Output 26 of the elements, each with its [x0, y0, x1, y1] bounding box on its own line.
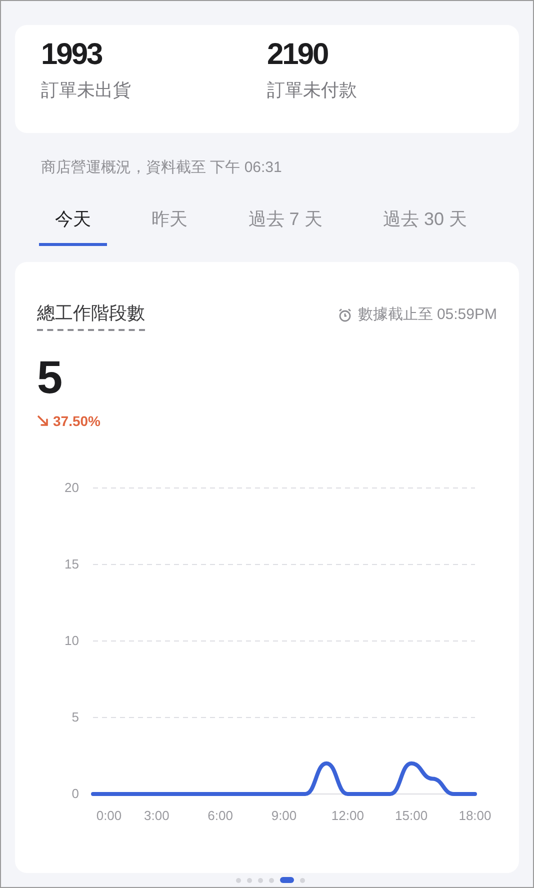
stat-value: 1993 [41, 37, 104, 73]
period-tab[interactable]: 過去 7 天 [232, 206, 338, 246]
axis-label: 0:00 [96, 808, 122, 822]
axis-label: 6:00 [208, 808, 233, 822]
stat-label: 訂單未付款 [267, 79, 358, 102]
change-percent: 37.50% [53, 412, 100, 430]
overview-note: 商店營運概況，資料截至 下午 06:31 [41, 158, 283, 178]
axis-label: 15 [64, 556, 79, 571]
axis-label: 5 [72, 709, 79, 724]
axis-label: 12:00 [331, 808, 364, 822]
axis-label: 0 [72, 786, 79, 800]
period-tab[interactable]: 今天 [39, 206, 107, 246]
update-time: 數據截止至 05:59PM [358, 304, 497, 325]
axis-label: 18:00 [458, 808, 492, 822]
alarm-clock-icon [338, 308, 352, 322]
axis-label: 20 [64, 480, 79, 494]
stat-label: 訂單未出貨 [41, 79, 132, 102]
axis-label: 10 [64, 632, 79, 648]
stat-value: 2190 [267, 37, 329, 73]
axis-label: 9:00 [271, 808, 297, 822]
period-tab[interactable]: 過去 30 天 [366, 206, 483, 246]
metric-value: 5 [37, 350, 64, 404]
metric-title: 總工作階段數 [37, 300, 145, 330]
axis-label: 15:00 [395, 808, 428, 822]
axis-label: 3:00 [144, 808, 170, 822]
period-tab[interactable]: 昨天 [136, 206, 204, 246]
